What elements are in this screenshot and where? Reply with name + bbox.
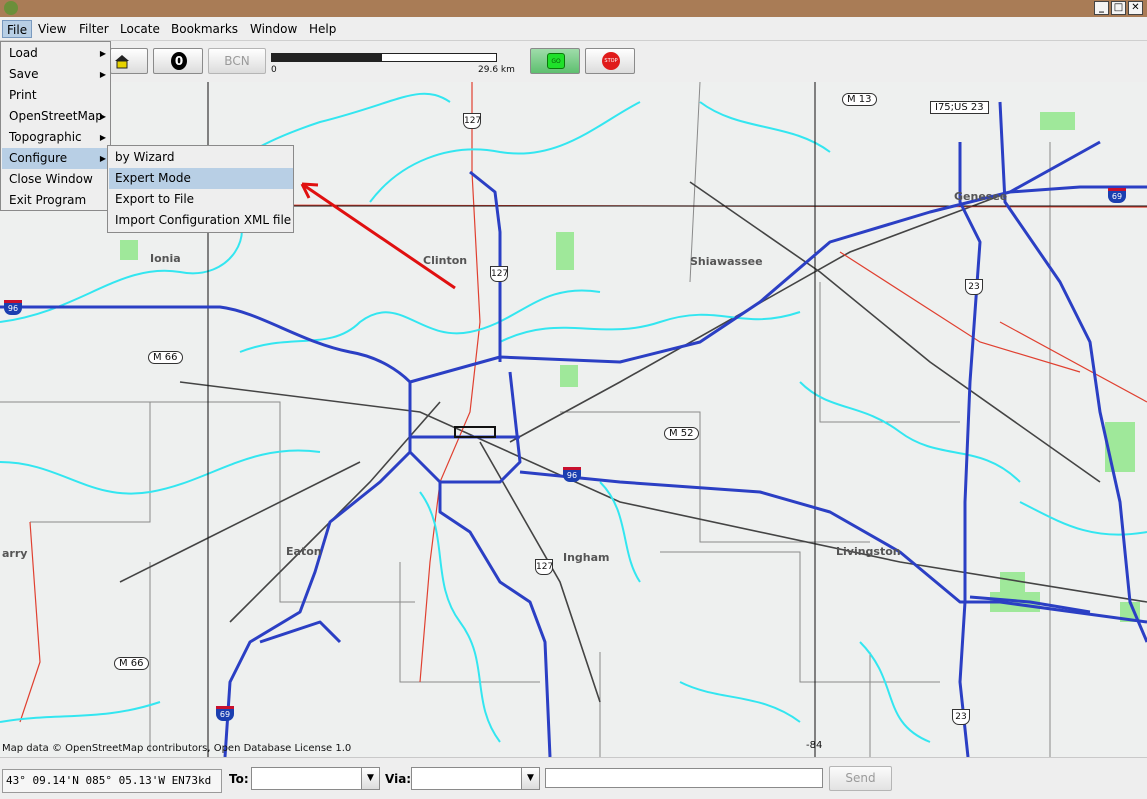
interstate-shield: 96 <box>563 467 581 482</box>
app-icon <box>4 1 18 15</box>
place-label: Ingham <box>563 551 610 564</box>
chevron-down-icon[interactable]: ▼ <box>521 768 539 789</box>
menu-item-topographic[interactable]: Topographic ▶ <box>2 127 110 148</box>
interstate-shield: 96 <box>4 300 22 315</box>
to-label: To: <box>229 772 249 786</box>
menu-item-label: OpenStreetMap <box>9 109 103 123</box>
menu-file[interactable]: File <box>2 20 33 38</box>
menu-bar: File View Filter Locate Bookmarks Window… <box>0 17 1147 41</box>
menu-item-label: Load <box>9 46 38 60</box>
reset-zero-button[interactable]: 0 <box>153 48 203 74</box>
title-bar: _ □ ✕ <box>0 0 1147 17</box>
route-shield: M 66 <box>148 351 183 364</box>
menu-item-export-to-file[interactable]: Export to File <box>109 189 293 210</box>
us-route-shield: 127 <box>490 266 508 282</box>
minimize-button[interactable]: _ <box>1094 1 1109 15</box>
menu-item-label: Save <box>9 67 39 81</box>
route-shield: I75;US 23 <box>930 101 989 114</box>
route-shield: M 52 <box>664 427 699 440</box>
menu-item-expert-mode[interactable]: Expert Mode <box>109 168 293 189</box>
scale-start-label: 0 <box>271 65 277 75</box>
bcn-button[interactable]: BCN <box>208 48 266 74</box>
place-label: Clinton <box>423 254 468 267</box>
chevron-down-icon[interactable]: ▼ <box>361 768 379 789</box>
submenu-arrow-icon: ▶ <box>99 49 106 58</box>
place-label: arry <box>2 547 28 560</box>
menu-item-load[interactable]: Load ▶ <box>2 43 110 64</box>
menu-window[interactable]: Window <box>246 20 301 38</box>
maximize-button[interactable]: □ <box>1111 1 1126 15</box>
menu-item-label: Topographic <box>9 130 82 144</box>
route-shield: M 66 <box>114 657 149 670</box>
menu-item-label: Exit Program <box>9 193 87 207</box>
via-combobox[interactable]: ▼ <box>411 767 540 790</box>
file-menu-dropdown: Load ▶ Save ▶ Print OpenStreetMap ▶ Topogra… <box>0 41 111 211</box>
scale-bar-fill <box>272 54 382 61</box>
submenu-arrow-icon: ▶ <box>99 70 106 79</box>
menu-view[interactable]: View <box>34 20 70 38</box>
go-button[interactable]: GO <box>530 48 580 74</box>
interstate-shield: 69 <box>216 706 234 721</box>
menu-help[interactable]: Help <box>305 20 340 38</box>
us-route-shield: 23 <box>965 279 983 295</box>
menu-item-exit-program[interactable]: Exit Program <box>2 190 110 211</box>
submenu-arrow-icon: ▶ <box>99 133 106 142</box>
stop-button[interactable]: STOP <box>585 48 635 74</box>
menu-item-openstreetmap[interactable]: OpenStreetMap ▶ <box>2 106 110 127</box>
coordinates-display: 43° 09.14'N 085° 05.13'W EN73kd <box>2 769 222 793</box>
menu-item-save[interactable]: Save ▶ <box>2 64 110 85</box>
place-label: Livingston <box>836 545 901 558</box>
place-label: Genesee <box>954 190 1008 203</box>
menu-item-label: Print <box>9 88 37 102</box>
stop-icon: STOP <box>602 52 620 70</box>
menu-item-print[interactable]: Print <box>2 85 110 106</box>
menu-item-close-window[interactable]: Close Window <box>2 169 110 190</box>
menu-locate[interactable]: Locate <box>116 20 164 38</box>
go-icon: GO <box>547 53 565 69</box>
close-window-button[interactable]: ✕ <box>1128 1 1143 15</box>
menu-item-import-config-xml[interactable]: Import Configuration XML file <box>109 210 293 231</box>
zero-icon: 0 <box>171 52 187 70</box>
us-route-shield: 23 <box>952 709 970 725</box>
route-shield: M 13 <box>842 93 877 106</box>
scale-bar <box>271 53 497 62</box>
to-combobox[interactable]: ▼ <box>251 767 380 790</box>
toolbar: 0 BCN GO STOP <box>0 41 1147 82</box>
scale-end-label: 29.6 km <box>478 65 515 75</box>
home-button[interactable] <box>110 48 148 74</box>
submenu-arrow-icon: ▶ <box>99 154 106 163</box>
us-route-shield: 127 <box>535 559 553 575</box>
house-icon <box>115 55 129 69</box>
menu-item-label: Close Window <box>9 172 93 186</box>
place-label: Shiawassee <box>690 255 763 268</box>
interstate-shield: 69 <box>1108 188 1126 203</box>
longitude-label: -84 <box>806 740 823 751</box>
send-button[interactable]: Send <box>829 766 892 791</box>
configure-submenu: by Wizard Expert Mode Export to File Imp… <box>107 145 294 233</box>
place-label: Ionia <box>150 252 181 265</box>
submenu-arrow-icon: ▶ <box>99 112 106 121</box>
menu-bookmarks[interactable]: Bookmarks <box>167 20 242 38</box>
map-credit: Map data © OpenStreetMap contributors, O… <box>2 743 352 754</box>
menu-item-by-wizard[interactable]: by Wizard <box>109 147 293 168</box>
place-label: Eaton <box>286 545 322 558</box>
message-input[interactable] <box>545 768 823 788</box>
status-bar: 43° 09.14'N 085° 05.13'W EN73kd To: ▼ Vi… <box>0 757 1147 799</box>
menu-filter[interactable]: Filter <box>75 20 113 38</box>
menu-item-configure[interactable]: Configure ▶ <box>2 148 110 169</box>
us-route-shield: 127 <box>463 113 481 129</box>
via-label: Via: <box>385 772 412 786</box>
menu-item-label: Configure <box>9 151 68 165</box>
